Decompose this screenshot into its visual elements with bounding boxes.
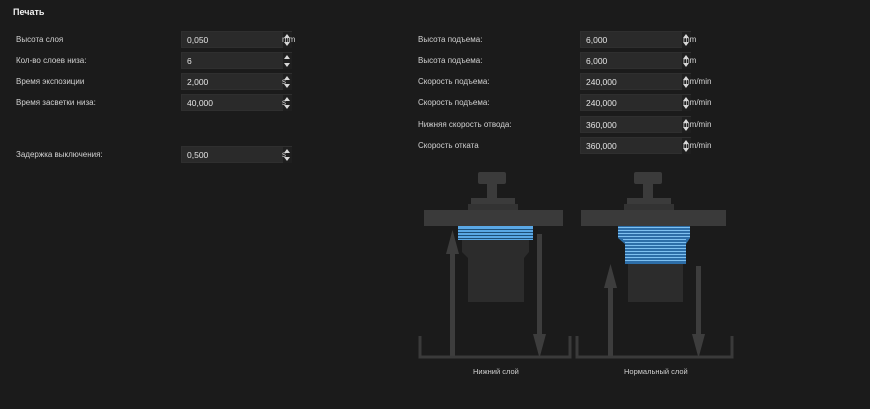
bottom-retract-speed-unit: mm/min xyxy=(683,120,712,129)
bottom-exposure-row: Время засветки низа: 40,000 s xyxy=(16,94,316,111)
lift-height-label: Высота подъема: xyxy=(418,35,483,44)
bottom-exposure-value[interactable]: 40,000 xyxy=(187,95,213,111)
lift-speed-2-spinbox[interactable]: 240,000 xyxy=(580,94,691,111)
bottom-retract-speed-spinbox[interactable]: 360,000 xyxy=(580,116,691,133)
lift-speed-2-row: Скорость подъема: 240,000 mm/min xyxy=(418,94,738,111)
z-axis-block xyxy=(468,172,518,210)
chevron-down-icon[interactable] xyxy=(284,63,290,67)
bottom-retract-speed-row: Нижняя скорость отвода: 360,000 mm/min xyxy=(418,116,738,133)
off-delay-value[interactable]: 0,500 xyxy=(187,147,208,163)
lift-speed-2-value[interactable]: 240,000 xyxy=(586,95,617,111)
lift-height-2-unit: mm xyxy=(683,56,697,65)
lift-height-2-spinbox[interactable]: 6,000 xyxy=(580,52,691,69)
lift-speed-unit: mm/min xyxy=(683,77,712,86)
exposure-time-spinbox[interactable]: 2,000 xyxy=(181,73,292,90)
retract-speed-spinbox[interactable]: 360,000 xyxy=(580,137,691,154)
lift-height-2-row: Высота подъема: 6,000 mm xyxy=(418,52,738,69)
lift-speed-value[interactable]: 240,000 xyxy=(586,74,617,90)
retract-speed-unit: mm/min xyxy=(683,141,712,150)
retract-speed-label: Скорость отката xyxy=(418,141,479,150)
bottom-layers-spinbox[interactable]: 6 xyxy=(181,52,292,69)
retract-speed-row: Скорость отката 360,000 mm/min xyxy=(418,137,738,154)
arrow-up-icon xyxy=(604,264,617,356)
bottom-layers-row: Кол-во слоев низа: 6 xyxy=(16,52,316,69)
lift-height-spinbox[interactable]: 6,000 xyxy=(580,31,691,48)
lift-speed-row: Скорость подъема: 240,000 mm/min xyxy=(418,73,738,90)
lift-height-value[interactable]: 6,000 xyxy=(586,32,607,48)
resin-vat xyxy=(418,336,572,359)
lift-height-row: Высота подъема: 6,000 mm xyxy=(418,31,738,48)
arrow-up-icon xyxy=(446,230,459,356)
lift-height-2-value[interactable]: 6,000 xyxy=(586,53,607,69)
exposure-time-row: Время экспозиции 2,000 s xyxy=(16,73,316,90)
bottom-layers-value[interactable]: 6 xyxy=(187,53,192,69)
lift-speed-2-label: Скорость подъема: xyxy=(418,98,490,107)
layer-height-value[interactable]: 0,050 xyxy=(187,32,208,48)
off-delay-spinbox[interactable]: 0,500 xyxy=(181,146,292,163)
bottom-retract-speed-label: Нижняя скорость отвода: xyxy=(418,120,512,129)
layer-height-label: Высота слоя xyxy=(16,35,64,44)
lift-speed-2-unit: mm/min xyxy=(683,98,712,107)
printed-part xyxy=(618,226,690,302)
off-delay-label: Задержка выключения: xyxy=(16,150,103,159)
build-plate xyxy=(581,210,726,226)
lift-diagram xyxy=(418,172,734,359)
layer-height-spinbox[interactable]: 0,050 xyxy=(181,31,292,48)
off-delay-unit: s xyxy=(282,150,286,159)
normal-layer-diagram xyxy=(575,172,734,359)
chevron-up-icon[interactable] xyxy=(284,55,290,59)
bottom-exposure-unit: s xyxy=(282,98,286,107)
lift-height-2-label: Высота подъема: xyxy=(418,56,483,65)
printed-part xyxy=(458,226,533,302)
bottom-exposure-spinbox[interactable]: 40,000 xyxy=(181,94,292,111)
lift-height-unit: mm xyxy=(683,35,697,44)
bottom-layers-label: Кол-во слоев низа: xyxy=(16,56,87,65)
exposure-time-unit: s xyxy=(282,77,286,86)
build-plate xyxy=(424,210,563,226)
arrow-down-icon xyxy=(533,234,546,358)
lift-speed-spinbox[interactable]: 240,000 xyxy=(580,73,691,90)
section-title: Печать xyxy=(13,7,45,17)
lift-speed-label: Скорость подъема: xyxy=(418,77,490,86)
bottom-layer-caption: Нижний слой xyxy=(473,367,519,376)
retract-speed-value[interactable]: 360,000 xyxy=(586,138,617,154)
z-axis-block xyxy=(624,172,674,210)
exposure-time-label: Время экспозиции xyxy=(16,77,85,86)
bottom-retract-speed-value[interactable]: 360,000 xyxy=(586,117,617,133)
bottom-layer-diagram xyxy=(418,172,572,359)
layer-height-row: Высота слоя 0,050 mm xyxy=(16,31,316,48)
layer-height-unit: mm xyxy=(282,35,296,44)
exposure-time-value[interactable]: 2,000 xyxy=(187,74,208,90)
bottom-exposure-label: Время засветки низа: xyxy=(16,98,96,107)
arrow-down-icon xyxy=(692,266,705,358)
resin-vat xyxy=(575,336,734,359)
normal-layer-caption: Нормальный слой xyxy=(624,367,688,376)
off-delay-row: Задержка выключения: 0,500 s xyxy=(16,146,316,163)
